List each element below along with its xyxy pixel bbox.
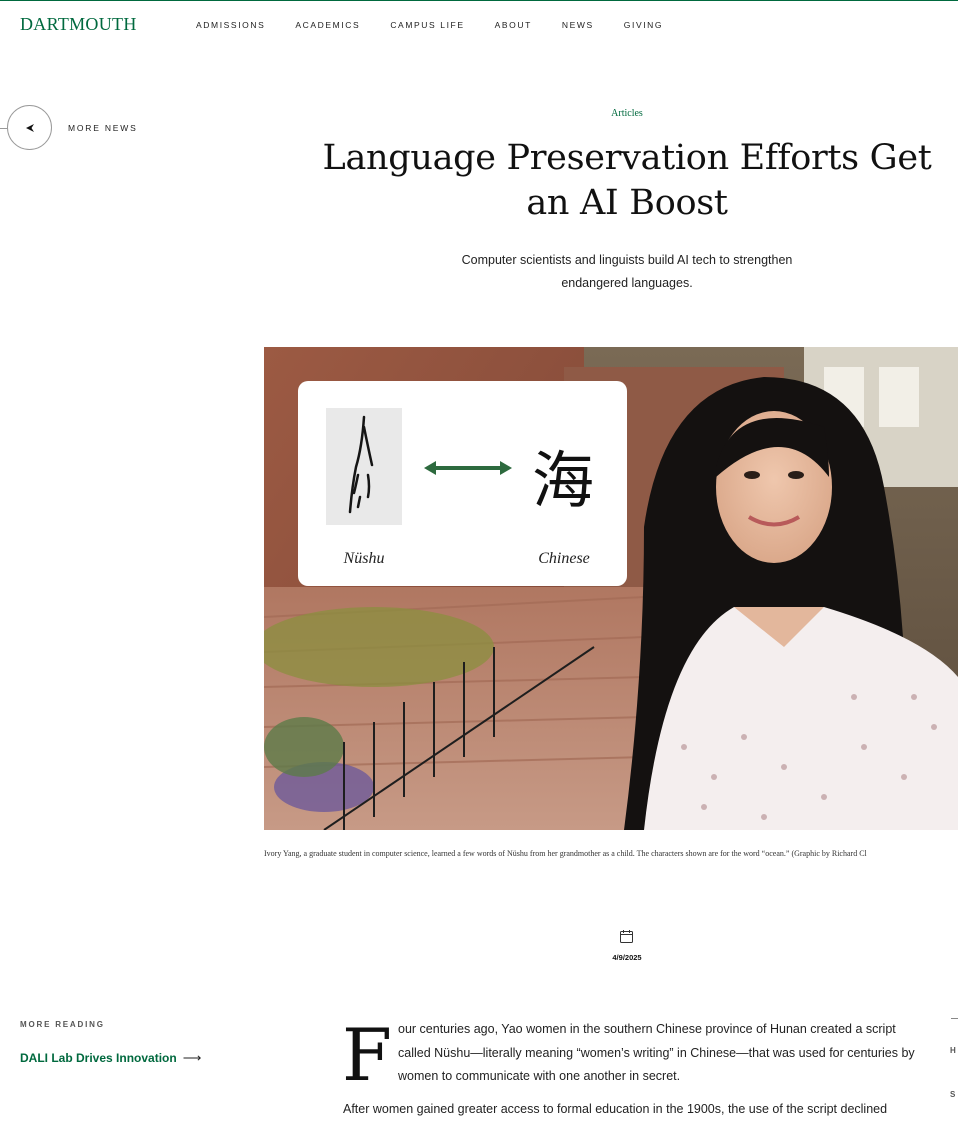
right-rail-heading-s: S (950, 1090, 956, 1099)
article-category[interactable]: Articles (576, 108, 678, 119)
right-rail-divider (951, 1018, 958, 1019)
hero-photo: 海 Nüshu Chinese (264, 347, 958, 830)
graphic-left-label: Nüshu (343, 550, 385, 567)
more-reading-link-text: DALI Lab Drives Innovation (20, 1051, 177, 1065)
publish-date: 4/9/2025 (612, 953, 642, 962)
article-paragraph-1: our centuries ago, Yao women in the sout… (398, 1022, 915, 1083)
article-paragraph-2: After women gained greater access to for… (343, 1102, 888, 1116)
more-reading-heading: MORE READING (20, 1020, 105, 1029)
nav-academics[interactable]: ACADEMICS (295, 20, 360, 30)
more-reading-link[interactable]: DALI Lab Drives Innovation ⟶ (20, 1050, 201, 1066)
image-caption: Ivory Yang, a graduate student in comput… (264, 849, 867, 858)
nav-about[interactable]: ABOUT (495, 20, 532, 30)
article-title: Language Preservation Efforts Get an AI … (322, 138, 932, 223)
more-news-label[interactable]: MORE NEWS (68, 123, 138, 133)
hero-image: 海 Nüshu Chinese (264, 347, 958, 830)
article-dek: Computer scientists and linguists build … (461, 253, 793, 290)
nav-admissions[interactable]: ADMISSIONS (196, 20, 265, 30)
graphic-right-label: Chinese (538, 550, 590, 567)
calendar-icon (620, 930, 633, 943)
dartmouth-logo[interactable]: DARTMOUTH (20, 14, 137, 35)
more-news-button[interactable] (7, 105, 52, 150)
right-rail-heading-h: H (950, 1046, 956, 1055)
chevron-left-icon (25, 123, 34, 132)
nav-news[interactable]: NEWS (562, 20, 594, 30)
main-nav: ADMISSIONS ACADEMICS CAMPUS LIFE ABOUT N… (196, 20, 693, 30)
nav-giving[interactable]: GIVING (624, 20, 663, 30)
drop-cap: F (342, 1013, 392, 1097)
top-accent-line (0, 0, 958, 1)
arrow-right-icon: ⟶ (182, 1050, 202, 1065)
svg-text:海: 海 (532, 444, 594, 517)
nav-campus-life[interactable]: CAMPUS LIFE (390, 20, 464, 30)
